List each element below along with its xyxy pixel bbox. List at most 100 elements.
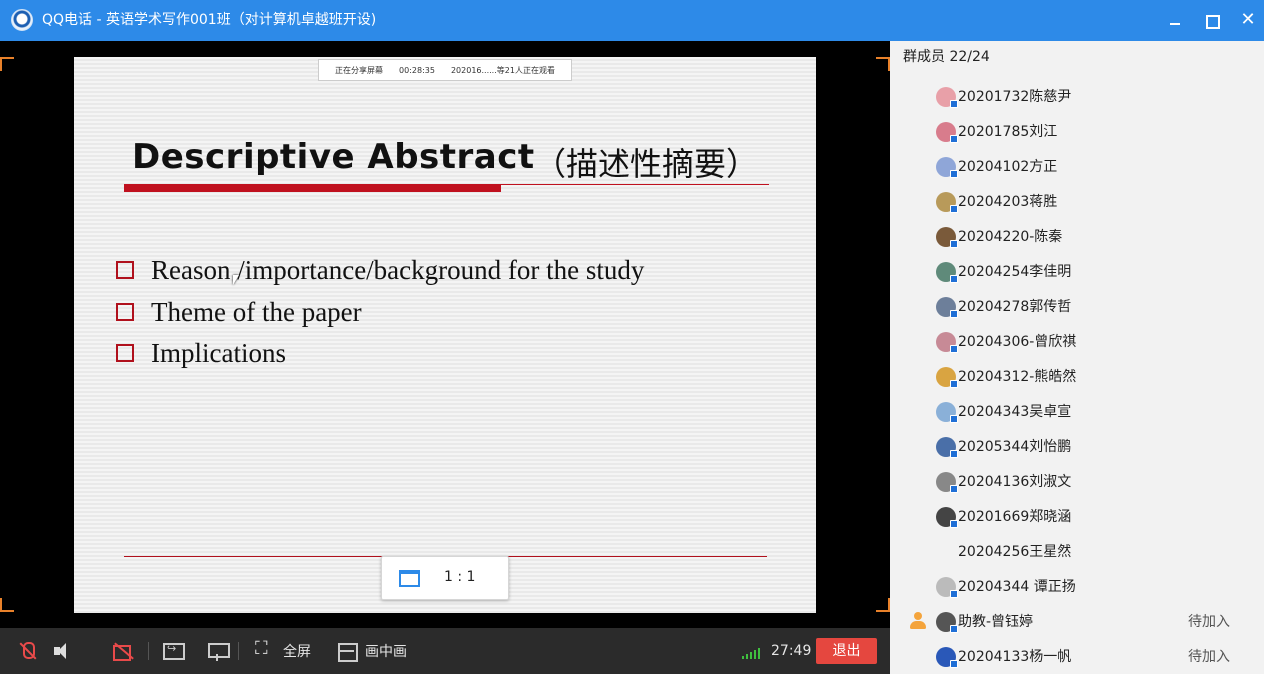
member-name: 20204344 谭正扬 xyxy=(958,579,1076,595)
checkbox-bullet-icon xyxy=(116,303,134,321)
member-avatar xyxy=(936,157,958,178)
speaker-icon xyxy=(52,640,74,662)
member-name: 20204256王星然 xyxy=(958,544,1072,560)
member-name: 20204133杨一帆 xyxy=(958,649,1072,665)
member-avatar xyxy=(936,227,958,248)
window-title: QQ电话 - 英语学术写作001班（对计算机卓越班开设) xyxy=(42,12,377,28)
maximize-button[interactable] xyxy=(1199,8,1223,32)
device-badge-icon xyxy=(950,170,958,178)
member-list-item[interactable]: 20204312-熊皓然 xyxy=(890,361,1264,391)
member-list-item[interactable]: 20204254李佳明 xyxy=(890,256,1264,286)
slide-title-chinese: （描述性摘要） xyxy=(534,145,759,183)
device-badge-icon xyxy=(950,310,958,318)
slide-bullet: Implications xyxy=(116,338,796,368)
member-avatar xyxy=(936,647,958,668)
presentation-icon xyxy=(207,640,230,662)
title-underline-thin xyxy=(501,184,769,185)
device-badge-icon xyxy=(950,135,958,143)
qq-call-app-icon xyxy=(11,9,33,31)
checkbox-bullet-icon xyxy=(116,261,134,279)
device-badge-icon xyxy=(950,100,958,108)
teaching-assistant-icon xyxy=(908,611,928,631)
mute-mic-button[interactable] xyxy=(16,640,38,662)
member-avatar xyxy=(936,542,956,562)
aspect-ratio-label: 1 : 1 xyxy=(444,569,476,585)
member-name: 20204306-曾欣祺 xyxy=(958,334,1077,350)
member-list-item[interactable]: 20205344刘怡鹏 xyxy=(890,431,1264,461)
fullscreen-label: 全屏 xyxy=(283,644,311,660)
member-avatar xyxy=(936,402,958,423)
member-avatar xyxy=(936,612,958,633)
toolbar-divider xyxy=(238,642,239,660)
picture-in-picture-button[interactable]: 画中画 xyxy=(337,640,407,662)
member-list-item[interactable]: 20201732陈慈尹 xyxy=(890,81,1264,111)
device-badge-icon xyxy=(950,485,958,493)
slide-bullet: Theme of the paper xyxy=(116,297,796,327)
member-name: 20204102方正 xyxy=(958,159,1058,175)
frame-corner-top-right xyxy=(876,57,890,71)
member-name: 20204254李佳明 xyxy=(958,264,1072,280)
aspect-ratio-toggle[interactable]: 1 : 1 xyxy=(381,556,509,600)
device-badge-icon xyxy=(950,590,958,598)
presentation-button[interactable] xyxy=(207,640,230,662)
member-status: 待加入 xyxy=(1188,614,1230,630)
speaker-button[interactable] xyxy=(52,640,74,662)
frame-corner-bottom-right xyxy=(876,598,890,612)
member-name: 20201785刘江 xyxy=(958,124,1058,140)
member-list-item[interactable]: 20201785刘江 xyxy=(890,116,1264,146)
bullet-text: Reason /importance/background for the st… xyxy=(151,255,645,285)
member-list-item[interactable]: 20204136刘淑文 xyxy=(890,466,1264,496)
checkbox-bullet-icon xyxy=(116,344,134,362)
member-name: 20204312-熊皓然 xyxy=(958,369,1077,385)
device-badge-icon xyxy=(950,240,958,248)
member-list-item[interactable]: 20204133杨一帆 待加入 xyxy=(890,641,1264,671)
member-list-item[interactable]: 20204203蒋胜 xyxy=(890,186,1264,216)
title-bar: QQ电话 - 英语学术写作001班（对计算机卓越班开设) ✕ xyxy=(0,0,1264,41)
member-avatar xyxy=(936,332,958,353)
close-button[interactable]: ✕ xyxy=(1236,8,1260,32)
exit-call-button[interactable]: 退出 xyxy=(816,638,877,664)
bullet-text: Theme of the paper xyxy=(151,297,362,327)
member-count-title: 群成员 22/24 xyxy=(903,49,990,65)
title-underline-thick xyxy=(124,184,501,192)
device-badge-icon xyxy=(950,380,958,388)
member-avatar xyxy=(936,262,958,283)
member-name: 20204136刘淑文 xyxy=(958,474,1072,490)
pip-label: 画中画 xyxy=(365,644,407,660)
member-list-item[interactable]: 20204344 谭正扬 xyxy=(890,571,1264,601)
device-badge-icon xyxy=(950,660,958,668)
member-name: 助教-曾钰婷 xyxy=(958,614,1034,630)
member-avatar xyxy=(936,577,958,598)
member-list-item[interactable]: 20204278郭传哲 xyxy=(890,291,1264,321)
member-avatar xyxy=(936,87,958,108)
device-badge-icon xyxy=(950,520,958,528)
minimize-button[interactable] xyxy=(1163,8,1187,32)
slide-title: Descriptive Abstract xyxy=(132,137,535,177)
share-screen-button[interactable] xyxy=(162,640,185,662)
device-badge-icon xyxy=(950,345,958,353)
member-list-item[interactable]: 20204343吴卓宣 xyxy=(890,396,1264,426)
member-list-item[interactable]: 20204102方正 xyxy=(890,151,1264,181)
member-avatar xyxy=(936,192,958,213)
picture-in-picture-icon xyxy=(337,640,359,662)
member-list-item[interactable]: 助教-曾钰婷 待加入 xyxy=(890,606,1264,636)
member-name: 20204278郭传哲 xyxy=(958,299,1072,315)
share-viewers-text: 202016......等21人正在观看 xyxy=(450,65,555,75)
camera-toggle-button[interactable] xyxy=(112,640,134,662)
shared-screen-view[interactable]: 正在分享屏幕 00:28:35 202016......等21人正在观看 Des… xyxy=(0,41,890,628)
member-name: 20201732陈慈尹 xyxy=(958,89,1072,105)
member-list-item[interactable]: 20204256王星然 xyxy=(890,536,1264,566)
frame-corner-bottom-left xyxy=(0,598,14,612)
call-toolbar: 全屏 画中画 27:49 退出 xyxy=(0,628,890,674)
member-list-item[interactable]: 20201669郑晓涵 xyxy=(890,501,1264,531)
member-list-item[interactable]: 20204306-曾欣祺 xyxy=(890,326,1264,356)
share-status-text: 正在分享屏幕 xyxy=(335,65,383,75)
member-avatar xyxy=(936,122,958,143)
device-badge-icon xyxy=(950,275,958,283)
toolbar-divider xyxy=(148,642,149,660)
fullscreen-button[interactable]: 全屏 xyxy=(255,638,311,662)
device-badge-icon xyxy=(950,450,958,458)
device-badge-icon xyxy=(950,415,958,423)
member-list-item[interactable]: 20204220-陈秦 xyxy=(890,221,1264,251)
member-avatar xyxy=(936,297,958,318)
